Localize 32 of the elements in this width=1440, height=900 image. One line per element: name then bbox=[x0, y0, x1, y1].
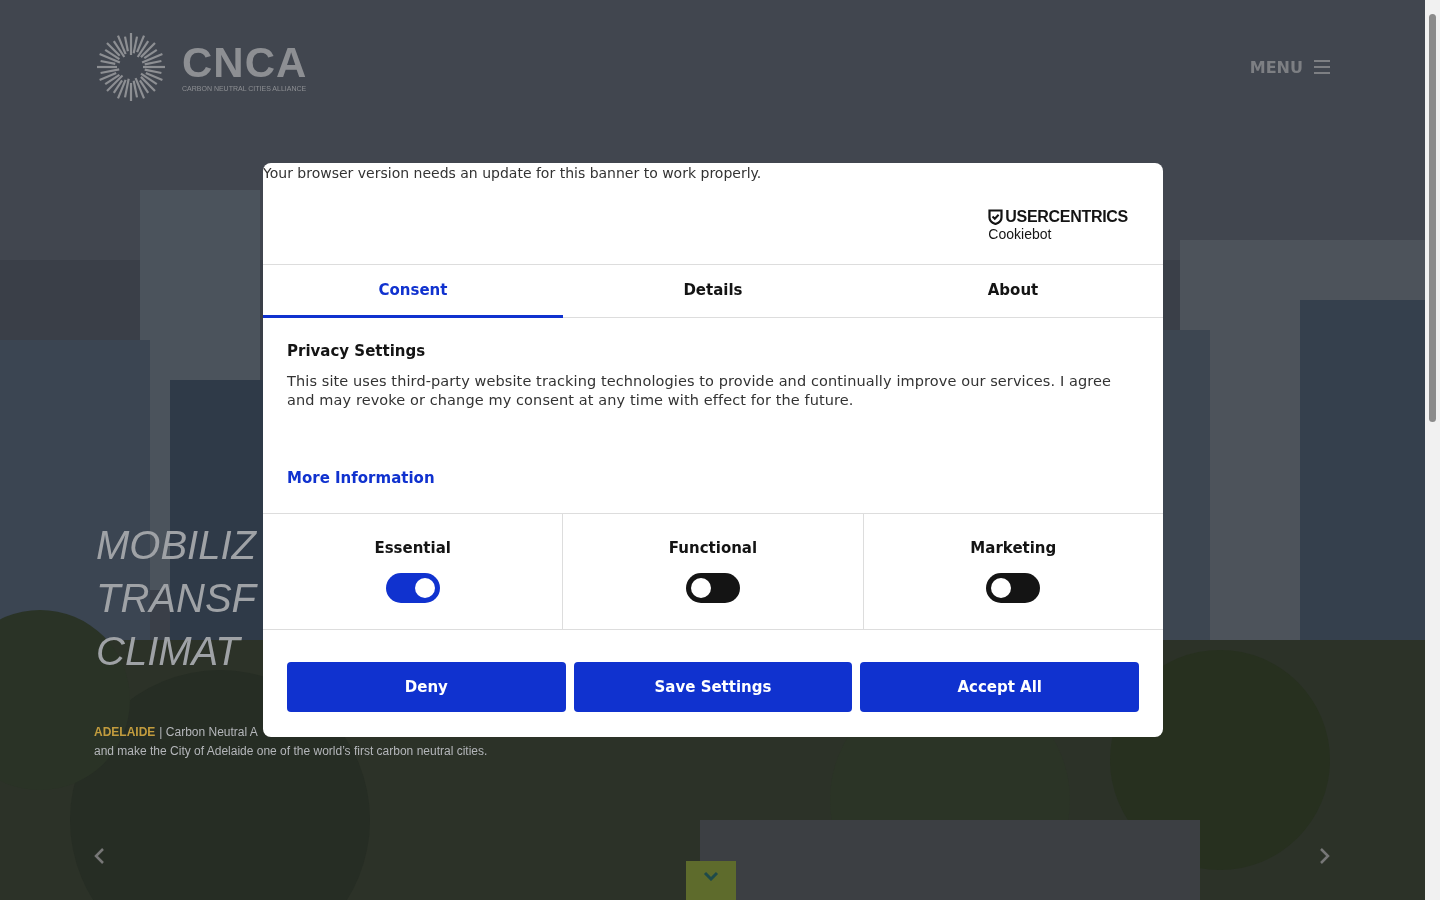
dialog-title: Privacy Settings bbox=[287, 342, 426, 360]
dialog-tab[interactable]: About bbox=[863, 265, 1163, 318]
dialog-button[interactable]: Accept All bbox=[860, 662, 1139, 712]
category-label: Marketing bbox=[970, 539, 1057, 557]
dialog-text: This site uses third-party website tracking technologies to provide and continually improve our services. I agree and may revoke or change my consent at any time with effect for the future. bbox=[287, 372, 1113, 410]
shield-check-icon bbox=[988, 209, 1004, 225]
dialog-button[interactable]: Save Settings bbox=[573, 662, 853, 712]
logo-name: CNCA bbox=[182, 42, 308, 83]
scrollbar[interactable] bbox=[1425, 0, 1440, 900]
chevron-left-icon bbox=[93, 847, 105, 865]
category-label: Essential bbox=[374, 539, 451, 557]
dialog-button[interactable]: Deny bbox=[287, 662, 566, 712]
headline-line: TRANSF bbox=[96, 575, 256, 622]
toggle-switch[interactable] bbox=[686, 573, 740, 603]
dialog-tab[interactable]: Consent bbox=[263, 265, 563, 318]
provider-product: Cookiebot bbox=[988, 226, 1053, 242]
city-name: ADELAIDE bbox=[94, 725, 156, 739]
provider-brand: USERCENTRICS bbox=[1005, 208, 1128, 226]
more-information-link[interactable]: More Information bbox=[287, 469, 435, 487]
caption-text: and make the City of Adelaide one of the world’s first carbon neutral cities. bbox=[94, 744, 489, 758]
category-label: Functional bbox=[668, 539, 758, 557]
browser-update-notice: Your browser version needs an update for this banner to work properly. bbox=[263, 164, 762, 183]
sunburst-logo-icon bbox=[94, 30, 168, 104]
headline-line: MOBILIZ bbox=[96, 522, 257, 569]
toggle-switch[interactable] bbox=[986, 573, 1041, 603]
menu-icon bbox=[1313, 59, 1331, 75]
chevron-down-icon bbox=[703, 871, 719, 881]
headline-line: CLIMAT bbox=[96, 628, 240, 675]
toggle-switch[interactable] bbox=[385, 573, 440, 603]
caption-text: | Carbon Neutral A bbox=[159, 725, 258, 739]
dialog-tab[interactable]: Details bbox=[563, 265, 863, 318]
chevron-right-icon bbox=[1319, 847, 1331, 865]
